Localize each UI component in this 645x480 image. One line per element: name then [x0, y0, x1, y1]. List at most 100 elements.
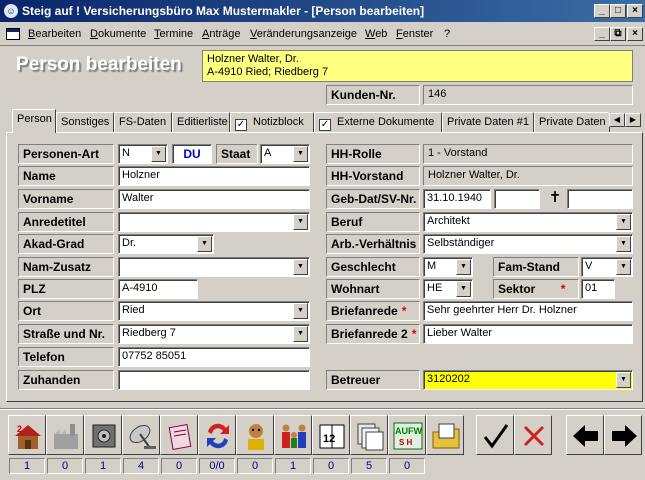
- chevron-down-icon[interactable]: ▼: [293, 146, 308, 162]
- strasse-select[interactable]: Riedberg 7 ▼: [118, 324, 310, 344]
- tab-scroll-right-button[interactable]: ▶: [625, 113, 641, 127]
- child-close-button[interactable]: ×: [627, 27, 643, 41]
- chevron-down-icon[interactable]: ▼: [293, 259, 308, 275]
- close-button[interactable]: ×: [627, 4, 643, 18]
- akad-grad-label: Akad-Grad: [18, 234, 114, 254]
- house-button[interactable]: 2: [8, 415, 46, 455]
- counter-safe: 1: [85, 458, 121, 474]
- menu-web[interactable]: Web: [365, 28, 387, 40]
- tab-notizblock[interactable]: ✓ Notizblock: [230, 112, 314, 132]
- menu-termine[interactable]: Termine: [154, 28, 193, 40]
- document-button[interactable]: [160, 415, 198, 455]
- app-icon[interactable]: ☺: [4, 4, 18, 18]
- documents-button[interactable]: [350, 415, 388, 455]
- menu-bearbeiten[interactable]: Bearbeiten: [28, 28, 81, 40]
- previous-button[interactable]: [566, 415, 604, 455]
- ort-select[interactable]: Ried ▼: [118, 301, 310, 321]
- family-icon: [282, 424, 306, 448]
- name-field[interactable]: Holzner: [118, 166, 310, 186]
- chevron-down-icon[interactable]: ▼: [293, 303, 308, 319]
- akad-grad-select[interactable]: Dr. ▼: [118, 234, 214, 254]
- sektor-field[interactable]: 01: [581, 279, 615, 299]
- next-button[interactable]: [604, 415, 642, 455]
- factory-icon: [54, 424, 78, 449]
- kunden-nr-value: 146: [423, 85, 633, 105]
- confirm-button[interactable]: [476, 415, 514, 455]
- child-restore-button[interactable]: ⧉: [610, 27, 626, 41]
- tab-externe-dokumente[interactable]: ✓ Externe Dokumente: [314, 112, 442, 132]
- hh-rolle-value: 1 - Vorstand: [423, 144, 633, 164]
- chevron-down-icon[interactable]: ▼: [616, 214, 631, 230]
- plz-field[interactable]: A-4910: [118, 279, 198, 299]
- chevron-down-icon[interactable]: ▼: [456, 259, 471, 275]
- menu-veraenderungsanzeige[interactable]: Veränderungsanzeige: [250, 28, 357, 40]
- tab-private-daten[interactable]: Private Daten: [534, 112, 610, 132]
- personen-art-select[interactable]: N ▼: [118, 144, 168, 164]
- tab-person[interactable]: Person: [12, 109, 56, 133]
- fam-stand-value: V: [585, 260, 593, 272]
- satellite-icon: [129, 424, 156, 449]
- menu-antraege[interactable]: Anträge: [202, 28, 241, 40]
- wohnart-select[interactable]: HE ▼: [423, 279, 473, 299]
- chevron-down-icon[interactable]: ▼: [293, 214, 308, 230]
- zuhanden-field[interactable]: [118, 370, 310, 390]
- fam-stand-select[interactable]: V ▼: [581, 257, 633, 277]
- chevron-down-icon[interactable]: ▼: [197, 236, 212, 252]
- geschlecht-select[interactable]: M ▼: [423, 257, 473, 277]
- person-button[interactable]: [236, 415, 274, 455]
- geb-dat-field[interactable]: 31.10.1940: [423, 189, 491, 209]
- transfer-button[interactable]: [198, 415, 236, 455]
- family-button[interactable]: [274, 415, 312, 455]
- chevron-down-icon[interactable]: ▼: [616, 259, 631, 275]
- satellite-button[interactable]: [122, 415, 160, 455]
- menu-dokumente[interactable]: Dokumente: [90, 28, 146, 40]
- chevron-down-icon[interactable]: ▼: [616, 236, 631, 252]
- anredetitel-select[interactable]: ▼: [118, 212, 310, 232]
- chevron-down-icon[interactable]: ▼: [616, 372, 631, 388]
- child-minimize-button[interactable]: _: [594, 27, 610, 41]
- chevron-down-icon[interactable]: ▼: [151, 146, 166, 162]
- tab-fs-daten[interactable]: FS-Daten: [114, 112, 172, 132]
- sv-nr-field[interactable]: [494, 189, 540, 209]
- staat-select[interactable]: A ▼: [260, 144, 310, 164]
- cancel-button[interactable]: [514, 415, 552, 455]
- briefanrede2-field[interactable]: Lieber Walter: [423, 324, 633, 344]
- aufw-button[interactable]: AUFW S H: [388, 415, 426, 455]
- title-bar[interactable]: ☺ Steig auf ! Versicherungsbüro Max Must…: [0, 0, 645, 22]
- tab-sonstiges[interactable]: Sonstiges: [56, 112, 114, 132]
- person-summary-name: Holzner Walter, Dr.: [207, 53, 299, 65]
- chevron-down-icon[interactable]: ▼: [456, 281, 471, 297]
- safe-button[interactable]: [84, 415, 122, 455]
- close-x-icon: [523, 425, 545, 447]
- tab-editierliste[interactable]: Editierliste: [172, 112, 230, 132]
- child-window-icon[interactable]: [6, 28, 20, 40]
- vorname-field[interactable]: Walter: [118, 189, 310, 209]
- telefon-field[interactable]: 07752 85051: [118, 347, 310, 367]
- maximize-button[interactable]: □: [610, 4, 626, 18]
- minimize-button[interactable]: _: [594, 4, 610, 18]
- aufw-text: AUFW: [395, 426, 422, 436]
- tab-scroll-left-button[interactable]: ◀: [609, 113, 625, 127]
- window-title: Steig auf ! Versicherungsbüro Max Muster…: [22, 4, 425, 18]
- death-date-field[interactable]: [567, 189, 633, 209]
- menu-fenster[interactable]: Fenster: [396, 28, 433, 40]
- hh-vorstand-value: Holzner Walter, Dr.: [423, 166, 633, 186]
- folder-button[interactable]: [426, 415, 464, 455]
- du-toggle[interactable]: DU: [172, 144, 212, 164]
- wohnart-label: Wohnart: [326, 279, 420, 299]
- betreuer-value: 3120202: [427, 373, 470, 385]
- tab-private-daten-1[interactable]: Private Daten #1: [442, 112, 534, 132]
- calendar-button[interactable]: 12: [312, 415, 350, 455]
- arb-verhaeltnis-select[interactable]: Selbständiger ▼: [423, 234, 633, 254]
- strasse-value: Riedberg 7: [122, 327, 176, 339]
- notizblock-checkbox[interactable]: ✓: [235, 119, 247, 131]
- briefanrede-label: Briefanrede *: [326, 301, 420, 321]
- chevron-down-icon[interactable]: ▼: [293, 326, 308, 342]
- nam-zusatz-select[interactable]: ▼: [118, 257, 310, 277]
- briefanrede-field[interactable]: Sehr geehrter Herr Dr. Holzner: [423, 301, 633, 321]
- betreuer-select[interactable]: 3120202 ▼: [423, 370, 633, 390]
- beruf-select[interactable]: Architekt ▼: [423, 212, 633, 232]
- factory-button[interactable]: [46, 415, 84, 455]
- externe-dokumente-checkbox[interactable]: ✓: [319, 119, 331, 131]
- menu-help[interactable]: ?: [444, 28, 450, 40]
